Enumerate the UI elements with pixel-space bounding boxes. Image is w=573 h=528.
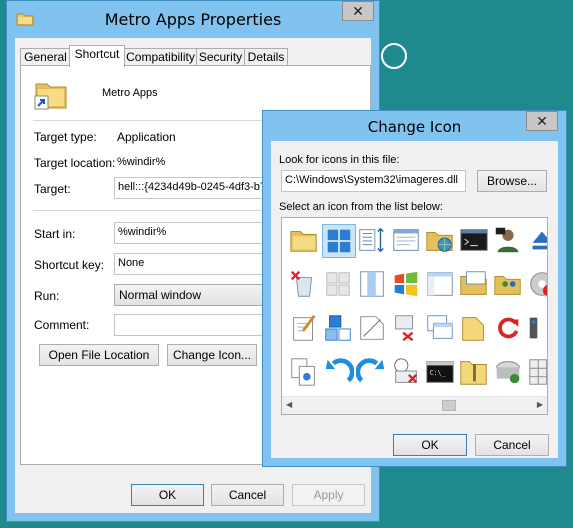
window-icon[interactable] <box>424 268 458 302</box>
dialog-close-button[interactable]: ✕ <box>526 111 558 131</box>
target-location-label: Target location: <box>34 156 116 170</box>
network-settings-icon[interactable] <box>390 312 424 346</box>
change-icon-button[interactable]: Change Icon... <box>167 344 257 366</box>
tab-compatibility[interactable]: Compatibility <box>124 48 197 66</box>
tab-details[interactable]: Details <box>244 48 288 66</box>
windows-flag-icon[interactable] <box>390 268 424 302</box>
tab-general[interactable]: General <box>20 48 71 66</box>
ok-button[interactable]: OK <box>131 484 204 506</box>
close-button[interactable]: ✕ <box>342 1 374 21</box>
dialog-ok-button[interactable]: OK <box>393 434 467 456</box>
scroll-right-icon[interactable]: ▶ <box>537 400 543 409</box>
undo-icon[interactable] <box>322 356 356 390</box>
dialog-cancel-button[interactable]: Cancel <box>475 434 549 456</box>
dialog-titlebar[interactable]: Change Icon ✕ <box>263 111 566 141</box>
window-title: Metro Apps Properties <box>104 10 282 29</box>
windows-stack-icon[interactable] <box>424 312 458 346</box>
desktop: { "properties_window": { "title": "Metro… <box>0 0 573 528</box>
blocks-icon[interactable] <box>322 312 356 346</box>
target-type-label: Target type: <box>34 130 97 144</box>
shortcut-name: Metro Apps <box>102 87 158 99</box>
scroll-thumb[interactable] <box>442 400 456 411</box>
disc-drive-icon[interactable] <box>526 268 547 302</box>
drive-icon[interactable] <box>492 356 526 390</box>
change-icon-dialog: Change Icon ✕ Look for icons in this fil… <box>262 110 567 467</box>
cancel-button[interactable]: Cancel <box>211 484 284 506</box>
folder-globe-icon[interactable] <box>424 224 458 258</box>
folder-zip-icon[interactable] <box>458 356 492 390</box>
folder-icon[interactable] <box>288 224 322 258</box>
console-icon[interactable] <box>458 224 492 258</box>
titlebar[interactable]: Metro Apps Properties ✕ <box>7 1 379 37</box>
command-prompt-icon[interactable]: C:\_ <box>424 356 458 390</box>
small-grid-icon[interactable] <box>322 268 356 302</box>
icon-file-field[interactable]: C:\Windows\System32\imageres.dll <box>281 170 466 192</box>
redo-icon[interactable] <box>355 356 390 390</box>
close-icon: ✕ <box>352 3 364 19</box>
browse-button[interactable]: Browse... <box>477 170 547 192</box>
horizontal-scrollbar[interactable]: ◀ ▶ <box>282 396 547 414</box>
panels-icon[interactable] <box>356 268 390 302</box>
folder-yellow-icon[interactable] <box>458 312 492 346</box>
target-location-value: %windir% <box>117 156 166 168</box>
refresh-red-icon[interactable] <box>492 312 526 346</box>
resize-page-icon[interactable] <box>356 312 390 346</box>
tab-security[interactable]: Security <box>196 48 245 66</box>
browser-window-icon[interactable] <box>390 224 424 258</box>
user-network-icon[interactable] <box>492 224 526 258</box>
apply-button[interactable]: Apply <box>292 484 365 506</box>
target-type-value: Application <box>117 130 176 144</box>
folder-window-icon[interactable] <box>458 268 492 302</box>
shortcut-icon <box>34 80 68 110</box>
icon-list[interactable]: ◀ ▶ C:\_ <box>281 217 548 415</box>
close-icon: ✕ <box>536 113 548 129</box>
comment-label: Comment: <box>34 318 90 332</box>
dialog-client: Look for icons in this file: C:\Windows\… <box>271 141 558 458</box>
music-icon[interactable] <box>526 312 547 346</box>
eject-icon[interactable] <box>526 224 547 258</box>
clock-error-icon[interactable] <box>390 356 424 390</box>
run-label: Run: <box>34 289 60 303</box>
select-icon-label: Select an icon from the list below: <box>279 201 443 213</box>
tiles-grid-icon[interactable] <box>322 224 356 258</box>
list-arrows-icon[interactable] <box>356 224 390 258</box>
recycle-bin-icon[interactable] <box>288 268 322 302</box>
cursor-ring <box>381 43 407 69</box>
svg-text:C:\_: C:\_ <box>430 369 446 377</box>
folder-people-icon[interactable] <box>492 268 526 302</box>
open-file-location-button[interactable]: Open File Location <box>39 344 159 366</box>
grid-icon[interactable] <box>526 356 547 390</box>
look-for-label: Look for icons in this file: <box>279 154 400 166</box>
start-in-label: Start in: <box>34 227 76 241</box>
tab-shortcut[interactable]: Shortcut <box>69 45 125 67</box>
target-label: Target: <box>34 182 71 196</box>
notepad-icon[interactable] <box>288 312 322 346</box>
documents-icon[interactable] <box>288 356 322 390</box>
shortcut-key-label: Shortcut key: <box>34 258 105 272</box>
scroll-left-icon[interactable]: ◀ <box>286 400 292 409</box>
dialog-title: Change Icon <box>367 118 462 136</box>
